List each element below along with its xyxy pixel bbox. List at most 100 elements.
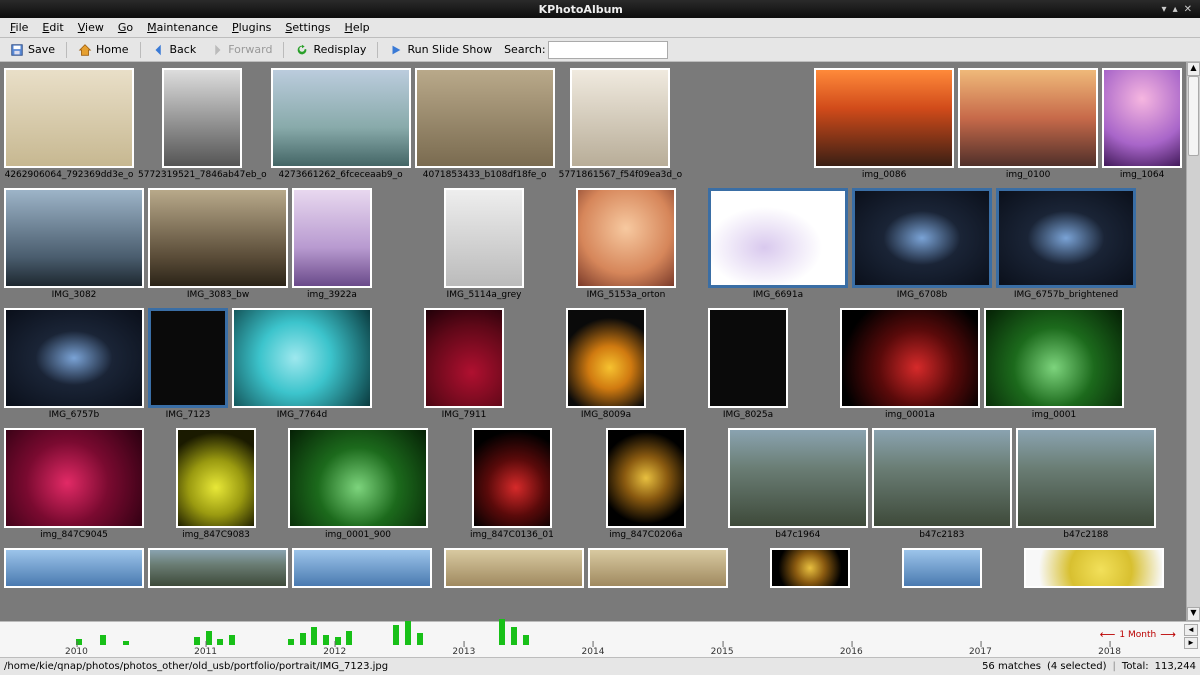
thumbnail[interactable]	[606, 428, 686, 528]
thumbnail[interactable]	[902, 548, 982, 588]
timeline-bar[interactable]	[194, 637, 200, 645]
timeline-bar[interactable]	[323, 635, 329, 645]
timeline-bar[interactable]	[217, 639, 223, 645]
timeline-bar[interactable]	[393, 625, 399, 645]
menu-help[interactable]: Help	[339, 19, 376, 36]
forward-button[interactable]: Forward	[204, 41, 278, 59]
scroll-up-button[interactable]: ▲	[1187, 62, 1200, 76]
thumbnail[interactable]	[148, 188, 288, 288]
timeline-bar[interactable]	[311, 627, 317, 645]
menu-edit[interactable]: Edit	[36, 19, 69, 36]
timeline-bar[interactable]	[229, 635, 235, 645]
thumbnail-label: 4273661262_6fceceaab9_o	[279, 170, 403, 180]
back-icon	[152, 43, 166, 57]
thumbnail[interactable]	[148, 548, 288, 588]
thumbnail[interactable]	[996, 188, 1136, 288]
thumbnail[interactable]	[288, 428, 428, 528]
thumbnail[interactable]	[4, 428, 144, 528]
range-label: 1 Month	[1119, 630, 1156, 640]
back-button[interactable]: Back	[146, 41, 203, 59]
thumbnail-gallery[interactable]: 4262906064_792369dd3e_o5772319521_7846ab…	[0, 62, 1200, 621]
menu-maintenance[interactable]: Maintenance	[141, 19, 224, 36]
timeline-bar[interactable]	[511, 627, 517, 645]
timeline-bar[interactable]	[405, 621, 411, 645]
scrollbar-thumb[interactable]	[1188, 76, 1199, 156]
slideshow-button[interactable]: Run Slide Show	[383, 41, 498, 59]
timeline[interactable]: 201020112012201320142015201620172018 ⟵ 1…	[0, 621, 1200, 657]
timeline-bar[interactable]	[300, 633, 306, 645]
search-input[interactable]	[548, 41, 668, 59]
thumbnail-label: IMG_5114a_grey	[447, 290, 522, 300]
timeline-bar[interactable]	[346, 631, 352, 645]
scrollbar-track[interactable]	[1187, 76, 1200, 607]
thumbnail[interactable]	[444, 188, 524, 288]
thumbnail[interactable]	[162, 68, 242, 168]
range-left-icon[interactable]: ⟵	[1100, 628, 1116, 641]
redisplay-button[interactable]: Redisplay	[289, 41, 372, 59]
timeline-year-tick: 2017	[969, 647, 992, 657]
menu-file[interactable]: File	[4, 19, 34, 36]
menu-go[interactable]: Go	[112, 19, 139, 36]
thumbnail[interactable]	[148, 308, 228, 408]
home-button[interactable]: Home	[72, 41, 134, 59]
thumbnail[interactable]	[566, 308, 646, 408]
thumbnail-label: IMG_3082	[52, 290, 97, 300]
toolbar-separator	[377, 42, 378, 58]
thumbnail[interactable]	[4, 188, 144, 288]
timeline-bar[interactable]	[288, 639, 294, 645]
thumbnail[interactable]	[1024, 548, 1164, 588]
thumbnail-label: IMG_7123	[166, 410, 211, 420]
status-matches: 56 matches	[982, 661, 1041, 672]
thumbnail[interactable]	[872, 428, 1012, 528]
thumbnail[interactable]	[472, 428, 552, 528]
timeline-range[interactable]: ⟵ 1 Month ⟶	[1100, 628, 1176, 641]
thumbnail[interactable]	[292, 188, 372, 288]
thumbnail[interactable]	[708, 188, 848, 288]
thumbnail[interactable]	[271, 68, 411, 168]
save-button[interactable]: Save	[4, 41, 61, 59]
thumbnail-label: img_0086	[862, 170, 906, 180]
menu-plugins[interactable]: Plugins	[226, 19, 277, 36]
timeline-scroll-right[interactable]: ►	[1184, 637, 1198, 649]
thumbnail[interactable]	[4, 308, 144, 408]
menu-settings[interactable]: Settings	[279, 19, 336, 36]
thumbnail[interactable]	[232, 308, 372, 408]
thumbnail[interactable]	[415, 68, 555, 168]
timeline-year-tick: 2018	[1098, 647, 1121, 657]
thumbnail[interactable]	[444, 548, 584, 588]
window-close-icon[interactable]: ✕	[1184, 4, 1192, 15]
thumbnail[interactable]	[708, 308, 788, 408]
thumbnail[interactable]	[424, 308, 504, 408]
window-maximize-icon[interactable]: ▴	[1173, 4, 1178, 15]
thumbnail[interactable]	[1016, 428, 1156, 528]
thumbnail[interactable]	[958, 68, 1098, 168]
timeline-scroll-left[interactable]: ◄	[1184, 624, 1198, 636]
vertical-scrollbar[interactable]: ▲ ▼	[1186, 62, 1200, 621]
thumbnail[interactable]	[984, 308, 1124, 408]
window-minimize-icon[interactable]: ▾	[1162, 4, 1167, 15]
thumbnail[interactable]	[814, 68, 954, 168]
timeline-bar[interactable]	[100, 635, 106, 645]
menu-view[interactable]: View	[72, 19, 110, 36]
thumbnail[interactable]	[176, 428, 256, 528]
range-right-icon[interactable]: ⟶	[1160, 628, 1176, 641]
timeline-bar[interactable]	[523, 635, 529, 645]
thumbnail[interactable]	[570, 68, 670, 168]
thumbnail[interactable]	[728, 428, 868, 528]
thumbnail-label: IMG_3083_bw	[187, 290, 249, 300]
thumbnail[interactable]	[4, 548, 144, 588]
status-total-label: Total:	[1122, 661, 1149, 672]
thumbnail[interactable]	[576, 188, 676, 288]
timeline-bar[interactable]	[123, 641, 129, 645]
thumbnail[interactable]	[588, 548, 728, 588]
timeline-bar[interactable]	[417, 633, 423, 645]
thumbnail[interactable]	[770, 548, 850, 588]
thumbnail[interactable]	[840, 308, 980, 408]
timeline-bar[interactable]	[499, 619, 505, 645]
thumbnail[interactable]	[4, 68, 134, 168]
thumbnail[interactable]	[852, 188, 992, 288]
thumbnail[interactable]	[1102, 68, 1182, 168]
thumbnail[interactable]	[292, 548, 432, 588]
scroll-down-button[interactable]: ▼	[1187, 607, 1200, 621]
timeline-track[interactable]: 201020112012201320142015201620172018	[6, 622, 1180, 657]
